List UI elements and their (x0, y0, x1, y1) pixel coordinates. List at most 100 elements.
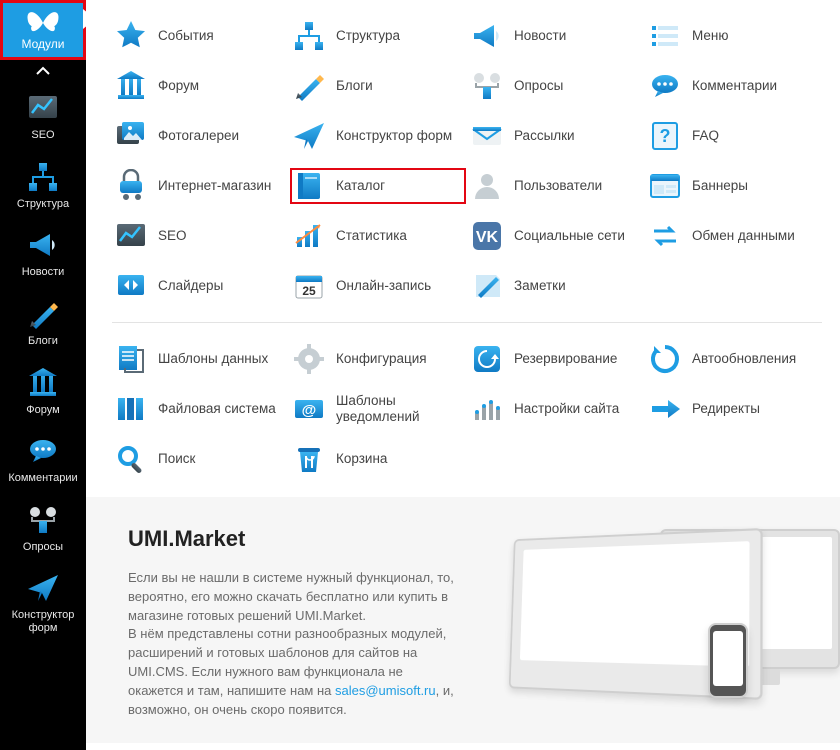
module-label: Онлайн-запись (336, 278, 431, 294)
module-stats[interactable]: Статистика (290, 218, 466, 254)
module-notes[interactable]: Заметки (468, 268, 644, 304)
module-label: Автообновления (692, 351, 796, 367)
promo-email-link[interactable]: sales@umisoft.ru (335, 683, 436, 698)
catalog-icon (292, 169, 326, 203)
module-label: Новости (514, 28, 566, 44)
polls-icon (26, 503, 60, 537)
module-seo[interactable]: SEO (112, 218, 288, 254)
sidebar-item-forum[interactable]: Форум (0, 356, 86, 425)
comments-icon (26, 434, 60, 468)
module-redirects[interactable]: Редиректы (646, 391, 822, 427)
module-autoupdate[interactable]: Автообновления (646, 341, 822, 377)
module-forum[interactable]: Форум (112, 68, 288, 104)
module-label: Резервирование (514, 351, 617, 367)
module-banners[interactable]: Баннеры (646, 168, 822, 204)
module-megaphone[interactable]: Новости (468, 18, 644, 54)
module-paperplane[interactable]: Конструктор форм (290, 118, 466, 154)
module-files[interactable]: Файловая система (112, 391, 288, 427)
sidebar-item-megaphone[interactable]: Новости (0, 218, 86, 287)
module-label: Фотогалереи (158, 128, 239, 144)
module-comments[interactable]: Комментарии (646, 68, 822, 104)
module-label: SEO (158, 228, 187, 244)
polls-icon (470, 69, 504, 103)
sitesettings-icon (470, 392, 504, 426)
module-search[interactable]: Поиск (112, 441, 288, 477)
sidebar-item-pencils[interactable]: Блоги (0, 287, 86, 356)
module-star[interactable]: События (112, 18, 288, 54)
mail-icon (470, 119, 504, 153)
user-icon (470, 169, 504, 203)
pencils-icon (26, 297, 60, 331)
main-panel: События Структура Новости Меню Форум Бло… (86, 0, 840, 750)
module-label: Заметки (514, 278, 566, 294)
module-label: Баннеры (692, 178, 748, 194)
calendar-icon (292, 269, 326, 303)
module-label: Корзина (336, 451, 387, 467)
module-label: Опросы (514, 78, 563, 94)
promo-devices-image (478, 523, 810, 723)
module-pencils[interactable]: Блоги (290, 68, 466, 104)
chevron-up-icon[interactable] (0, 60, 86, 81)
sidebar-item-label: Новости (22, 266, 65, 279)
megaphone-icon (26, 228, 60, 262)
module-catalog[interactable]: Каталог (290, 168, 466, 204)
module-polls[interactable]: Опросы (468, 68, 644, 104)
module-label: Блоги (336, 78, 373, 94)
module-sliders[interactable]: Слайдеры (112, 268, 288, 304)
module-exchange[interactable]: Обмен данными (646, 218, 822, 254)
module-label: Шаблоны уведомлений (336, 393, 464, 424)
sliders-icon (114, 269, 148, 303)
module-cart[interactable]: Интернет-магазин (112, 168, 288, 204)
backup-icon (470, 342, 504, 376)
sidebar-item-seo[interactable]: SEO (0, 81, 86, 150)
module-calendar[interactable]: Онлайн-запись (290, 268, 466, 304)
autoupdate-icon (648, 342, 682, 376)
module-user[interactable]: Пользователи (468, 168, 644, 204)
module-templates[interactable]: Шаблоны данных (112, 341, 288, 377)
module-label: Интернет-магазин (158, 178, 271, 194)
modules-grid: События Структура Новости Меню Форум Бло… (112, 18, 830, 477)
forum-icon (26, 366, 60, 400)
sidebar-item-polls[interactable]: Опросы (0, 493, 86, 562)
promo-title: UMI.Market (128, 523, 458, 555)
sidebar-item-label: Комментарии (8, 472, 77, 485)
module-label: Слайдеры (158, 278, 223, 294)
paperplane-icon (26, 571, 60, 605)
sidebar-item-comments[interactable]: Комментарии (0, 424, 86, 493)
templates-icon (114, 342, 148, 376)
module-trash[interactable]: Корзина (290, 441, 466, 477)
module-gallery[interactable]: Фотогалереи (112, 118, 288, 154)
pencils-icon (292, 69, 326, 103)
module-mail[interactable]: Рассылки (468, 118, 644, 154)
module-label: Статистика (336, 228, 407, 244)
megaphone-icon (470, 19, 504, 53)
sidebar-item-structure[interactable]: Структура (0, 150, 86, 219)
comments-icon (648, 69, 682, 103)
module-menu[interactable]: Меню (646, 18, 822, 54)
module-structure[interactable]: Структура (290, 18, 466, 54)
module-label: Обмен данными (692, 228, 795, 244)
seo-icon (26, 91, 60, 125)
banners-icon (648, 169, 682, 203)
module-faq[interactable]: FAQ (646, 118, 822, 154)
module-backup[interactable]: Резервирование (468, 341, 644, 377)
sidebar: Модули SEO Структура Новости Блоги Форум… (0, 0, 86, 750)
module-vk[interactable]: Социальные сети (468, 218, 644, 254)
module-config[interactable]: Конфигурация (290, 341, 466, 377)
module-label: События (158, 28, 214, 44)
module-sitesettings[interactable]: Настройки сайта (468, 391, 644, 427)
files-icon (114, 392, 148, 426)
config-icon (292, 342, 326, 376)
notes-icon (470, 269, 504, 303)
forum-icon (114, 69, 148, 103)
sidebar-modules-button[interactable]: Модули (0, 0, 86, 60)
module-mailtpl[interactable]: Шаблоны уведомлений (290, 391, 466, 427)
exchange-icon (648, 219, 682, 253)
sidebar-item-paperplane[interactable]: Конструктор форм (0, 561, 86, 642)
module-label: Конфигурация (336, 351, 427, 367)
sidebar-item-label: Опросы (23, 541, 63, 554)
paperplane-icon (292, 119, 326, 153)
butterfly-icon (26, 9, 60, 35)
module-label: Структура (336, 28, 400, 44)
module-label: FAQ (692, 128, 719, 144)
